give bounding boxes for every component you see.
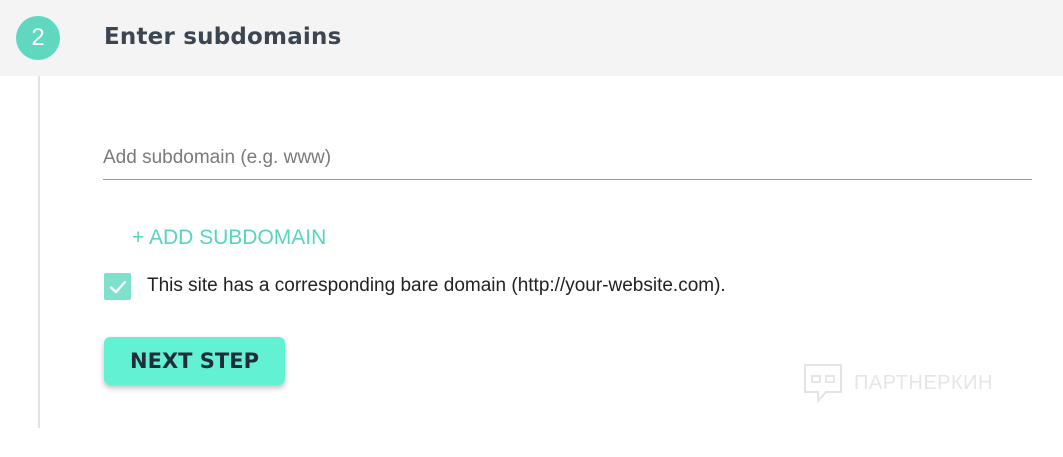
watermark: ПАРТНЕРКИН	[802, 362, 993, 404]
step-header: 2 Enter subdomains	[0, 0, 1063, 76]
bare-domain-checkbox[interactable]	[104, 273, 131, 300]
checkmark-icon	[109, 280, 126, 293]
chat-bubble-logo-icon	[804, 364, 842, 404]
step-title: Enter subdomains	[104, 24, 342, 50]
subdomain-input[interactable]	[103, 144, 1032, 172]
watermark-text: ПАРТНЕРКИН	[854, 371, 993, 394]
next-step-button[interactable]: NEXT STEP	[104, 337, 285, 385]
step-number-badge: 2	[16, 16, 60, 60]
subdomain-field[interactable]	[103, 140, 1032, 180]
step-connector-line	[38, 76, 40, 428]
add-subdomain-link[interactable]: + ADD SUBDOMAIN	[132, 226, 326, 250]
page: 2 Enter subdomains + ADD SUBDOMAIN This …	[0, 0, 1063, 457]
bare-domain-label: This site has a corresponding bare domai…	[147, 275, 726, 296]
